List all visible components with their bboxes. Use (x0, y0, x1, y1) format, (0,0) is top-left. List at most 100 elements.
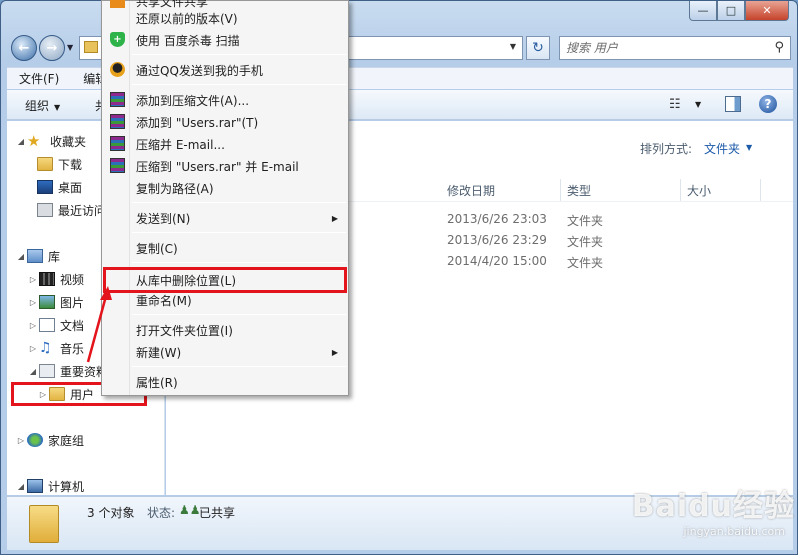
preview-pane-icon[interactable] (725, 96, 741, 112)
winrar-icon (110, 114, 125, 129)
help-icon[interactable]: ? (759, 95, 777, 113)
nav-label: 家庭组 (48, 433, 85, 448)
menu-label: 通过QQ发送到我的手机 (136, 63, 263, 78)
menu-item-new[interactable]: 新建(W) ▶ (104, 341, 346, 363)
state-value: 已共享 (199, 506, 236, 520)
menu-item-send-to[interactable]: 发送到(N) ▶ (104, 207, 346, 229)
nav-videos[interactable]: ▷ 视频 (27, 269, 84, 289)
recent-pages-dropdown[interactable]: ▼ (67, 43, 73, 52)
menu-item-copy[interactable]: 复制(C) (104, 237, 346, 259)
refresh-button[interactable]: ↻ (526, 36, 550, 60)
menu-item-compress-rar-email[interactable]: 压缩到 "Users.rar" 并 E-mail (104, 155, 346, 177)
menu-item-compress-email[interactable]: 压缩并 E-mail... (104, 133, 346, 155)
nav-pictures[interactable]: ▷ 图片 (27, 292, 84, 312)
forward-button[interactable]: → (39, 35, 65, 61)
recent-places-icon (37, 203, 53, 217)
nav-label: 收藏夹 (50, 134, 87, 149)
column-size[interactable]: 大小 (681, 179, 761, 201)
nav-libraries[interactable]: ◢ 库 (15, 246, 60, 266)
refresh-icon: ↻ (532, 40, 544, 56)
nav-desktop[interactable]: 桌面 (37, 177, 82, 197)
menu-label: 压缩并 E-mail... (136, 137, 225, 152)
computer-icon (27, 479, 43, 493)
column-label: 大小 (687, 183, 712, 198)
arrow-right-icon: → (46, 40, 58, 56)
download-folder-icon (37, 157, 53, 171)
chevron-down-icon: ▼ (54, 103, 61, 112)
view-dropdown-icon[interactable]: ▼ (695, 100, 701, 109)
nav-label: 图片 (60, 295, 85, 310)
nav-label: 计算机 (48, 479, 85, 494)
row-1-type: 文件夹 (567, 214, 604, 228)
nav-homegroup[interactable]: ▷ 家庭组 (15, 430, 84, 450)
menu-item-add-rar[interactable]: 添加到 "Users.rar"(T) (104, 111, 346, 133)
nav-recent[interactable]: 最近访问 (37, 200, 106, 220)
chevron-down-icon[interactable]: ▼ (510, 42, 516, 51)
close-button[interactable]: ✕ (745, 1, 789, 21)
search-icon[interactable]: ⚲ (774, 40, 784, 55)
view-options-icon[interactable]: ☷ (669, 97, 681, 112)
expand-icon[interactable]: ▷ (27, 275, 39, 284)
search-box: ⚲ (559, 36, 791, 60)
winrar-icon (110, 158, 125, 173)
menu-label: 添加到 "Users.rar"(T) (136, 115, 259, 130)
chevron-down-icon[interactable]: ▼ (746, 143, 752, 152)
menu-item-send-via-qq[interactable]: 通过QQ发送到我的手机 (104, 59, 346, 81)
collapse-icon[interactable]: ◢ (15, 252, 27, 261)
arrange-by-value[interactable]: 文件夹 (704, 140, 740, 157)
submenu-arrow-icon: ▶ (331, 213, 338, 223)
arrow-left-icon: ← (18, 40, 30, 56)
collapse-icon[interactable]: ◢ (27, 367, 39, 376)
minimize-button[interactable]: — (689, 1, 717, 21)
collapse-icon[interactable]: ◢ (15, 482, 27, 491)
nav-label: 视频 (60, 272, 85, 287)
remove-location-highlight-box (103, 267, 347, 293)
column-type[interactable]: 类型 (561, 179, 681, 201)
row-2-modified: 2013/6/26 23:29 (447, 233, 547, 247)
menu-label: 新建(W) (136, 345, 182, 360)
baidu-jingyan-watermark: Baidu经验 jingyan.baidu.com (615, 481, 795, 551)
nav-documents[interactable]: ▷ 文档 (27, 315, 84, 335)
organize-button[interactable]: 组织 ▼ (25, 97, 60, 114)
menu-label: 打开文件夹位置(I) (136, 323, 233, 338)
menu-label: 添加到压缩文件(A)... (136, 93, 250, 108)
expand-icon[interactable]: ▷ (27, 321, 39, 330)
nav-favorites[interactable]: ◢ ★ 收藏夹 (15, 131, 86, 151)
row-1-modified: 2013/6/26 23:03 (447, 212, 547, 226)
folder-icon (29, 505, 59, 543)
nav-downloads[interactable]: 下载 (37, 154, 82, 174)
column-modified[interactable]: 修改日期 (441, 179, 561, 201)
organize-label: 组织 (25, 99, 50, 113)
menu-item-open-location[interactable]: 打开文件夹位置(I) (104, 319, 346, 341)
search-input[interactable] (560, 37, 760, 59)
video-icon (39, 272, 55, 286)
maximize-button[interactable]: □ (717, 1, 745, 21)
menu-item-scan[interactable]: + 使用 百度杀毒 扫描 (104, 29, 346, 51)
nav-important-data[interactable]: ◢ 重要资料 (27, 361, 108, 381)
menu-item-copy-as-path[interactable]: 复制为路径(A) (104, 177, 346, 199)
back-button[interactable]: ← (11, 35, 37, 61)
column-label: 修改日期 (447, 183, 496, 198)
nav-label: 音乐 (60, 341, 85, 356)
winrar-icon (110, 92, 125, 107)
submenu-arrow-icon: ▶ (331, 347, 338, 357)
menu-item-properties[interactable]: 属性(R) (104, 371, 346, 393)
menu-label: 压缩到 "Users.rar" 并 E-mail (136, 159, 299, 174)
expand-icon[interactable]: ▷ (15, 436, 27, 445)
column-label: 类型 (567, 183, 592, 198)
desktop-icon (37, 180, 53, 194)
menu-label: 复制为路径(A) (136, 181, 214, 196)
menu-file[interactable]: 文件(F) (7, 70, 71, 87)
nav-computer[interactable]: ◢ 计算机 (15, 476, 84, 495)
nav-music[interactable]: ▷ ♫ 音乐 (27, 338, 84, 358)
menu-item-add-archive[interactable]: 添加到压缩文件(A)... (104, 89, 346, 111)
menu-separator (132, 262, 346, 263)
menu-separator (132, 84, 346, 85)
collapse-icon[interactable]: ◢ (15, 137, 27, 146)
expand-icon[interactable]: ▷ (27, 344, 39, 353)
menu-item-restore-versions[interactable]: 还原以前的版本(V) (104, 7, 346, 29)
menu-separator (132, 202, 346, 203)
menu-label: 还原以前的版本(V) (136, 11, 238, 26)
row-2-type: 文件夹 (567, 235, 604, 249)
expand-icon[interactable]: ▷ (27, 298, 39, 307)
